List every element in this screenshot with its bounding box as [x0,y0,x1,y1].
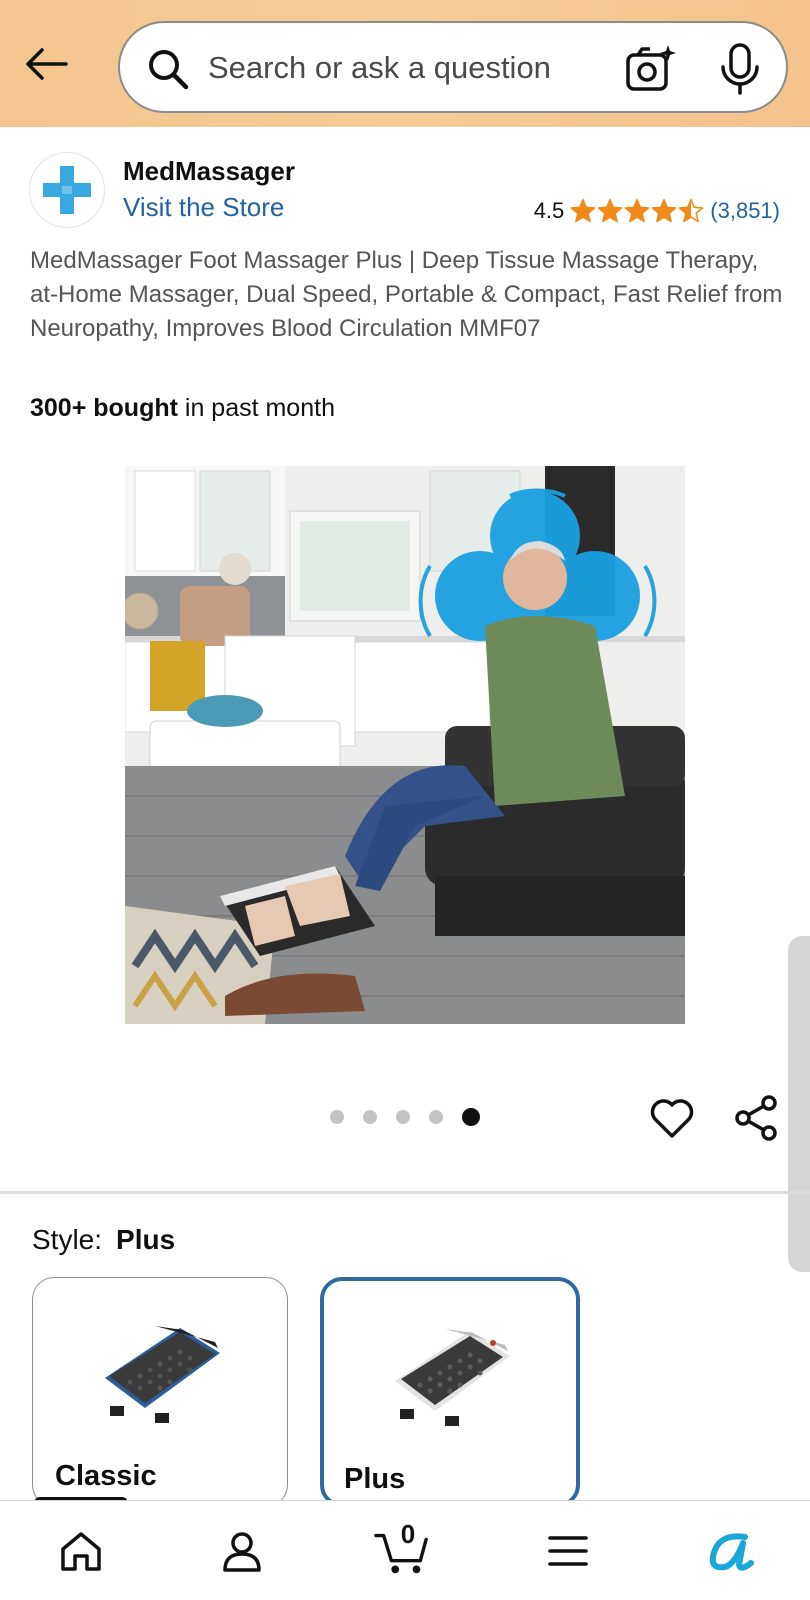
wishlist-button[interactable] [648,1094,696,1142]
section-divider [0,1191,810,1194]
carousel-dot[interactable] [396,1110,410,1124]
home-icon [61,1532,101,1571]
menu-icon [548,1536,588,1566]
rating-summary[interactable]: 4.5 (3,851) [534,198,780,224]
product-title: MedMassager Foot Massager Plus | Deep Ti… [30,247,783,342]
product-photo [125,466,685,1024]
selected-style: Plus [116,1224,176,1255]
style-option-classic-label: Classic [55,1460,157,1492]
nav-account[interactable] [214,1523,270,1579]
back-arrow-icon [26,48,68,80]
star-icon [678,198,704,223]
style-option-classic[interactable]: Classic [32,1277,288,1507]
back-button[interactable] [22,38,70,90]
purchase-count: 300+ bought in past month [30,391,335,425]
search-bar[interactable]: Search or ask a question [118,21,788,113]
visit-store-link[interactable]: Visit the Store [123,190,284,224]
rating-value: 4.5 [533,198,565,223]
scroll-handle[interactable] [788,936,810,1272]
camera-icon[interactable] [625,43,677,95]
top-header: Search or ask a question [0,0,810,127]
style-label-text: Style: [32,1224,103,1255]
star-icon [651,198,677,223]
plus-massager-thumbnail [395,1329,510,1426]
star-rating [570,198,704,224]
purchase-count-bold: 300+ bought [30,394,178,422]
style-option-plus[interactable]: Plus [320,1277,580,1507]
search-icon [149,50,189,90]
bottom-navigation: 0 [0,1500,810,1600]
nav-rufus[interactable] [702,1523,758,1579]
nav-menu[interactable] [540,1523,596,1579]
product-image[interactable] [125,466,685,1024]
rating-count-link[interactable]: (3,851) [710,198,780,224]
account-icon [223,1532,261,1572]
share-icon [735,1095,777,1141]
star-icon [570,198,596,223]
classic-massager-thumbnail [105,1326,220,1423]
medical-cross-logo-icon [41,164,93,216]
brand-logo[interactable] [29,152,105,228]
carousel-dot[interactable] [429,1110,443,1124]
style-label: Style: Plus [32,1222,175,1258]
carousel-indicator[interactable] [330,1108,480,1126]
nav-home[interactable] [53,1523,109,1579]
rufus-icon [709,1533,754,1571]
microphone-icon[interactable] [718,43,762,95]
cart-count: 0 [400,1519,416,1549]
carousel-dot[interactable] [363,1110,377,1124]
carousel-dot[interactable] [330,1110,344,1124]
star-icon [624,198,650,223]
share-button[interactable] [732,1094,780,1142]
search-input[interactable]: Search or ask a question [208,48,551,88]
nav-cart[interactable]: 0 [374,1519,430,1579]
heart-icon [650,1099,694,1138]
star-icon [597,198,623,223]
carousel-dot[interactable] [462,1108,480,1126]
purchase-count-suffix: in past month [177,394,335,422]
brand-name: MedMassager [123,156,295,186]
style-option-plus-label: Plus [344,1463,406,1495]
